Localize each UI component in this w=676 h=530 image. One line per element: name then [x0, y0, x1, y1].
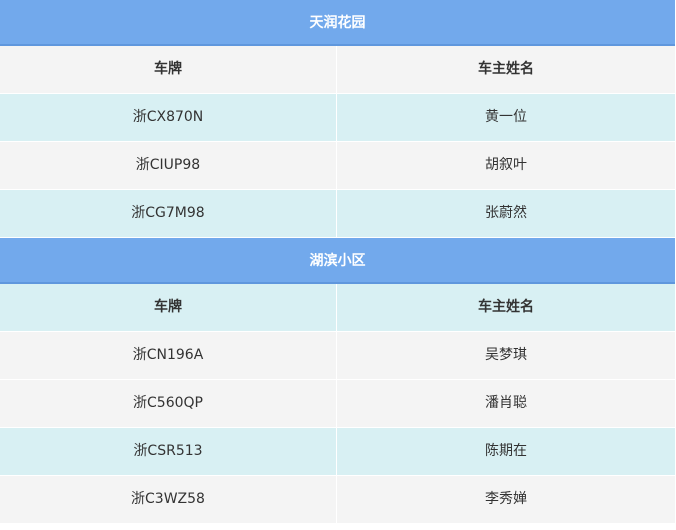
- group-title-tianrun: 天润花园: [0, 0, 675, 46]
- column-header-owner: 车主姓名: [478, 299, 534, 315]
- column-header-plate: 车牌: [0, 46, 337, 93]
- group-title-hubin: 湖滨小区: [0, 238, 675, 284]
- table-row: 浙CG7M98 张蔚然: [0, 190, 675, 238]
- plate-cell: 浙C560QP: [0, 380, 337, 427]
- owner-cell: 吴梦琪: [485, 347, 527, 363]
- table-row: 浙CSR513 陈期在: [0, 428, 675, 476]
- owner-cell: 潘肖聪: [485, 395, 527, 411]
- table-header-row: 车牌 车主姓名: [0, 284, 675, 332]
- plate-cell: 浙CSR513: [0, 428, 337, 475]
- owner-cell: 张蔚然: [485, 205, 527, 221]
- vehicle-owner-table: 天润花园 车牌 车主姓名 浙CX870N 黄一位 浙CIUP98 胡叙叶 浙CG…: [0, 0, 675, 530]
- table-row: 浙C3WZ58 李秀婵: [0, 476, 675, 524]
- table-header-row: 车牌 车主姓名: [0, 46, 675, 94]
- table-row: 浙CN196A 吴梦琪: [0, 332, 675, 380]
- owner-cell: 陈期在: [485, 443, 527, 459]
- plate-cell: 浙CG7M98: [0, 190, 337, 237]
- plate-cell: 浙C3WZ58: [0, 476, 337, 523]
- owner-cell: 胡叙叶: [485, 157, 527, 173]
- table-row: 浙CX870N 黄一位: [0, 94, 675, 142]
- owner-cell: 李秀婵: [485, 491, 527, 507]
- column-header-owner: 车主姓名: [478, 61, 534, 77]
- owner-cell: 黄一位: [485, 109, 527, 125]
- table-row: 浙C560QP 潘肖聪: [0, 380, 675, 428]
- plate-cell: 浙CIUP98: [0, 142, 337, 189]
- plate-cell: 浙CX870N: [0, 94, 337, 141]
- table-row: 浙CIUP98 胡叙叶: [0, 142, 675, 190]
- column-header-plate: 车牌: [0, 284, 337, 331]
- plate-cell: 浙CN196A: [0, 332, 337, 379]
